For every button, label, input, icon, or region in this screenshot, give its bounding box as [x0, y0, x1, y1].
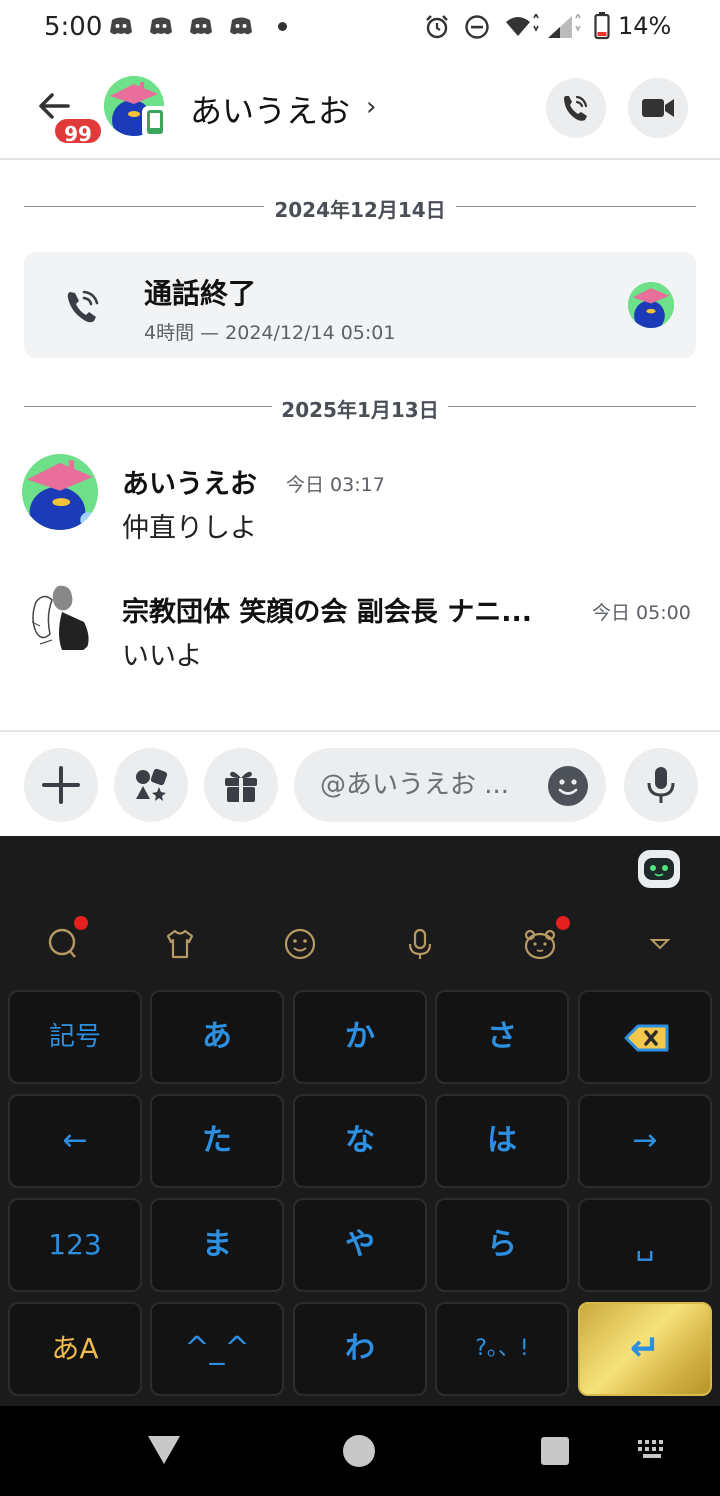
chat-bubble-icon[interactable]	[44, 924, 84, 964]
key-ma-row[interactable]: ま	[150, 1198, 284, 1292]
discord-icon	[110, 17, 132, 35]
video-call-button[interactable]	[628, 78, 688, 138]
backspace-key[interactable]	[578, 990, 712, 1084]
signal-icon	[548, 14, 581, 38]
message-author[interactable]: あいうえお	[122, 462, 257, 501]
key-ya-row[interactable]: や	[293, 1198, 427, 1292]
sketch-avatar-icon	[22, 582, 98, 658]
mobile-status-icon	[142, 106, 168, 138]
key-ta-row[interactable]: た	[150, 1094, 284, 1188]
battery-percent: 14%	[618, 12, 672, 40]
avatar[interactable]	[22, 582, 98, 658]
dot-icon	[278, 22, 287, 31]
date-divider: 2024年12月14日	[24, 192, 696, 222]
status-bar: 5:00 14%	[0, 0, 720, 56]
chevron-down-icon[interactable]	[640, 924, 680, 964]
keyboard-toolbar	[0, 836, 720, 986]
phone-call-icon	[67, 290, 99, 323]
key-space[interactable]: ␣	[578, 1198, 712, 1292]
key-punctuation[interactable]: ?。、!	[435, 1302, 569, 1396]
notification-dot	[556, 916, 570, 930]
recents-square-icon[interactable]	[540, 1436, 570, 1466]
enter-key[interactable]: ↵	[578, 1302, 712, 1396]
key-ka-row[interactable]: か	[293, 990, 427, 1084]
date-divider-label: 2024年12月14日	[274, 198, 446, 222]
microphone-icon	[647, 767, 675, 803]
date-divider-label: 2025年1月13日	[281, 398, 439, 422]
status-time: 5:00	[44, 12, 103, 42]
avatar	[628, 282, 674, 328]
back-triangle-icon[interactable]	[146, 1432, 182, 1466]
bear-icon[interactable]	[520, 924, 560, 964]
chat-header: 99 あいうえお ›	[0, 56, 720, 160]
discord-icon	[230, 17, 252, 35]
emoji-button[interactable]	[548, 766, 588, 806]
smiley-icon	[558, 779, 578, 795]
voice-call-button[interactable]	[546, 78, 606, 138]
key-wa-row[interactable]: わ	[293, 1302, 427, 1396]
plus-icon	[42, 766, 80, 804]
penguin-avatar-icon	[22, 454, 98, 530]
gift-button[interactable]	[204, 748, 278, 822]
apps-button[interactable]	[114, 748, 188, 822]
key-ra-row[interactable]: ら	[435, 1198, 569, 1292]
call-title: 通話終了	[144, 277, 257, 310]
key-a-row[interactable]: あ	[150, 990, 284, 1084]
tshirt-icon[interactable]	[160, 924, 200, 964]
ime-keyboard: 記号 あ か さ ← た な は → 123 ま や ら ␣ あA ^_^ わ …	[0, 836, 720, 1406]
key-ha-row[interactable]: は	[435, 1094, 569, 1188]
message-item[interactable]: あいうえお 今日 03:17 仲直りしよ	[0, 454, 720, 554]
alarm-icon	[426, 15, 448, 39]
key-na-row[interactable]: な	[293, 1094, 427, 1188]
message-item[interactable]: 宗教団体 笑顔の会 副会長 ナニ... 今日 05:00 いいよ	[0, 582, 720, 682]
smiley-icon[interactable]	[280, 924, 320, 964]
penguin-avatar-icon	[628, 282, 674, 328]
dnd-icon	[465, 15, 489, 39]
add-attachment-button[interactable]	[24, 748, 98, 822]
keyboard-switch-icon[interactable]	[636, 1438, 670, 1462]
gift-icon	[225, 771, 257, 802]
message-timestamp: 今日 03:17	[286, 474, 385, 496]
key-right-arrow[interactable]: →	[578, 1094, 712, 1188]
voice-message-button[interactable]	[624, 748, 698, 822]
call-subtitle: 4時間 — 2024/12/14 05:01	[144, 322, 396, 344]
key-left-arrow[interactable]: ←	[8, 1094, 142, 1188]
date-divider: 2025年1月13日	[24, 392, 696, 422]
composer-bar	[0, 730, 720, 836]
key-sa-row[interactable]: さ	[435, 990, 569, 1084]
key-input-mode[interactable]: あA	[8, 1302, 142, 1396]
chevron-right-icon[interactable]: ›	[366, 92, 376, 122]
page-title[interactable]: あいうえお	[190, 86, 350, 132]
key-kaomoji[interactable]: ^_^	[150, 1302, 284, 1396]
battery-icon	[594, 12, 610, 40]
message-timestamp: 今日 05:00	[592, 602, 691, 624]
message-author[interactable]: 宗教団体 笑顔の会 副会長 ナニ...	[122, 590, 532, 629]
message-text: いいよ	[122, 641, 203, 672]
home-circle-icon[interactable]	[342, 1434, 376, 1468]
notification-dot	[74, 916, 88, 930]
discord-icon	[190, 17, 212, 35]
mascot-icon[interactable]	[638, 850, 680, 888]
voice-call-icon	[564, 95, 588, 121]
microphone-icon[interactable]	[400, 924, 440, 964]
backspace-icon	[624, 1024, 669, 1052]
call-ended-card[interactable]: 通話終了 4時間 — 2024/12/14 05:01	[24, 252, 696, 358]
avatar[interactable]	[22, 454, 98, 530]
wifi-icon	[506, 14, 539, 36]
system-nav-bar	[0, 1406, 720, 1496]
key-symbols[interactable]: 記号	[8, 990, 142, 1084]
key-numbers[interactable]: 123	[8, 1198, 142, 1292]
discord-icon	[150, 17, 172, 35]
unread-badge: 99	[52, 116, 104, 146]
apps-icon	[136, 768, 168, 801]
message-text: 仲直りしよ	[122, 513, 257, 544]
video-camera-icon	[642, 99, 674, 117]
